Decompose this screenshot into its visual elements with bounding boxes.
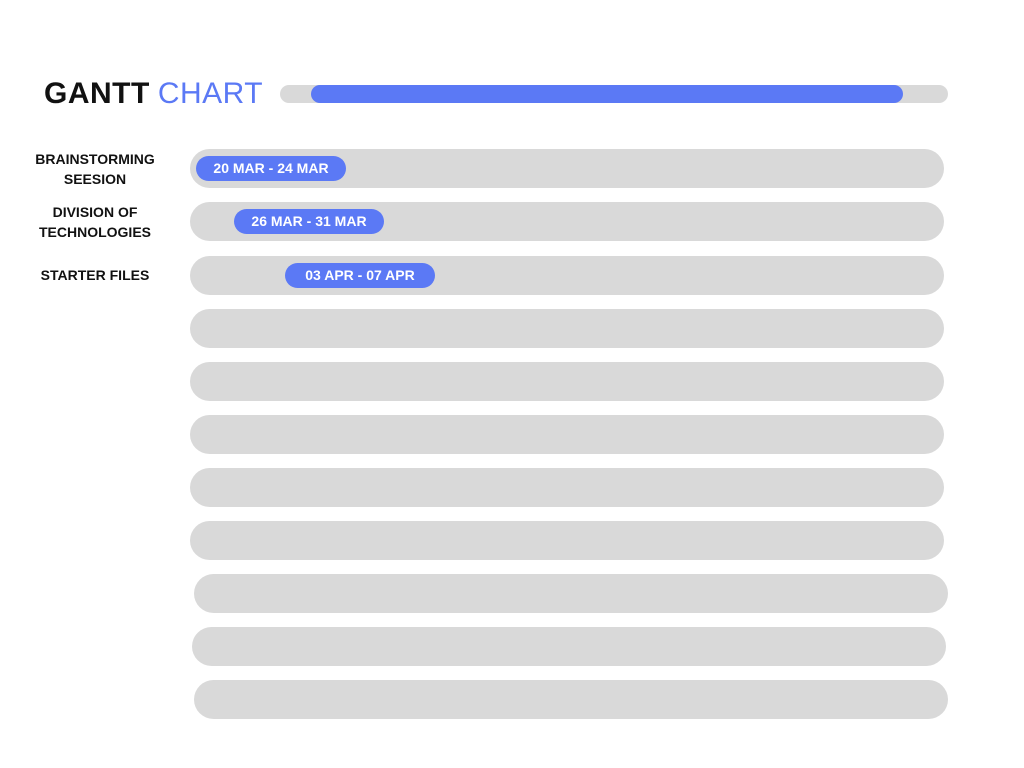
gantt-chart: GANTT CHART BRAINSTORMING SEESION 20 MAR -… [0, 0, 1024, 768]
timeline-row [190, 309, 944, 348]
timeline-row [194, 574, 948, 613]
timeline-row [190, 468, 944, 507]
timeline-row [194, 680, 948, 719]
progress-track [280, 85, 948, 103]
task-label: STARTER FILES [40, 267, 150, 283]
chart-title-part2: CHART [157, 77, 264, 110]
timeline-row [190, 521, 944, 560]
task-label: BRAINSTORMING SEESION [35, 151, 155, 187]
timeline-row [190, 362, 944, 401]
task-label: DIVISION OF TECHNOLOGIES [38, 204, 151, 240]
timeline-row [190, 415, 944, 454]
timeline-row [192, 627, 946, 666]
chart-title-part1: GANTT [44, 77, 150, 110]
task-bar: 20 MAR - 24 MAR [196, 156, 346, 181]
chart-title: GANTT CHART [44, 76, 263, 112]
task-bar: 26 MAR - 31 MAR [234, 209, 384, 234]
task-bar: 03 APR - 07 APR [285, 263, 435, 288]
progress-fill [311, 85, 903, 103]
